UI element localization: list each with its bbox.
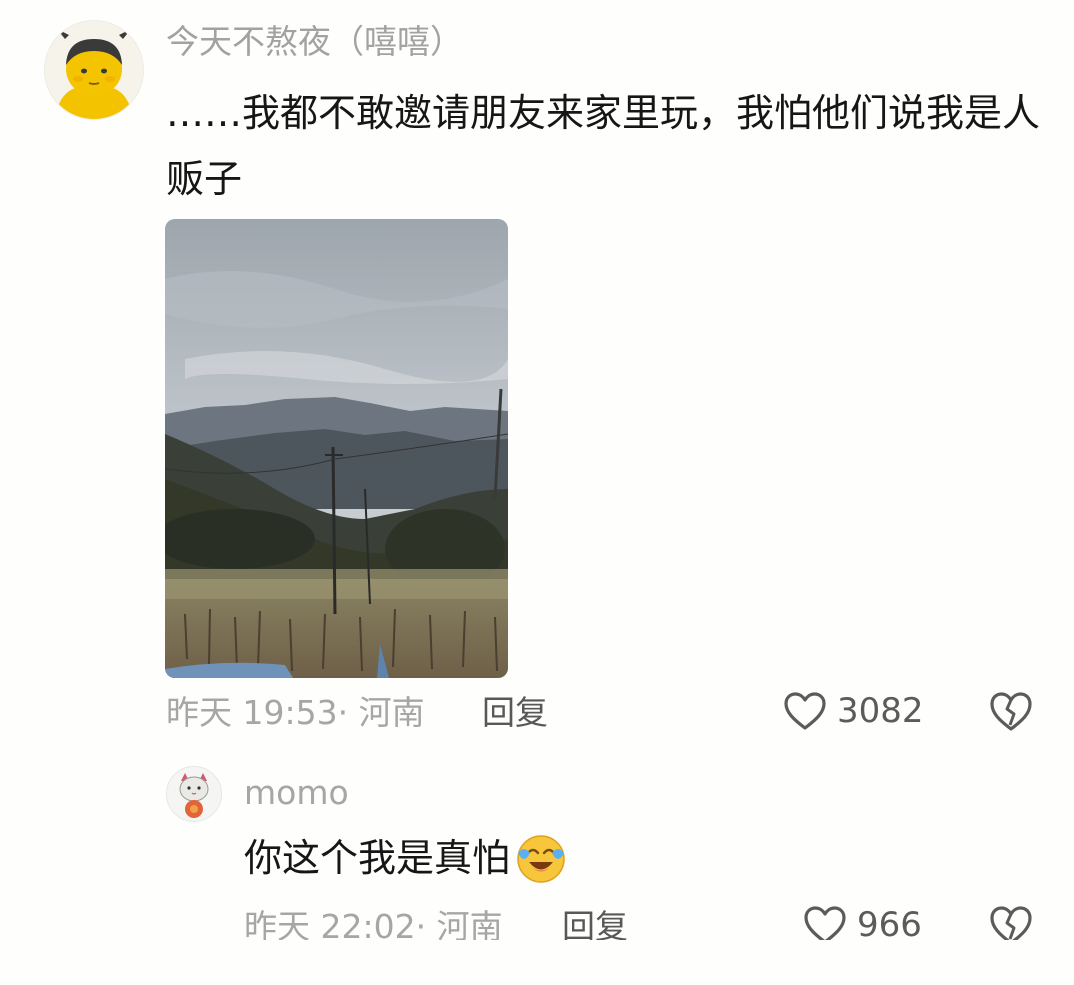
yellow-cartoon-avatar-icon [45, 21, 143, 119]
mountain-village-landscape-photo [165, 219, 508, 678]
crying-laughing-emoji-icon [517, 835, 565, 883]
reply-avatar[interactable] [166, 766, 222, 822]
heart-outline-icon [804, 906, 846, 944]
reply-comment-text-row: 你这个我是真怕 [244, 830, 568, 886]
reply-like-count: 966 [857, 905, 922, 945]
heart-outline-icon [784, 692, 826, 730]
reply-username[interactable]: momo [244, 773, 349, 813]
avatar[interactable] [44, 20, 144, 120]
comment-meta: 昨天 19:53· 河南 [166, 693, 425, 732]
white-cat-avatar-icon [167, 767, 221, 821]
comment-text: ……我都不敢邀请朋友来家里玩，我怕他们说我是人贩子 [166, 91, 1041, 201]
username[interactable]: 今天不熬夜（嘻嘻） [166, 22, 463, 62]
broken-heart-icon [990, 692, 1032, 731]
comment-photo[interactable] [165, 219, 508, 678]
like-count: 3082 [837, 691, 924, 731]
reply-button[interactable]: 回复 [482, 693, 548, 733]
like-button[interactable]: 3082 [783, 691, 924, 731]
dislike-button[interactable] [988, 690, 1034, 732]
viewport-bottom-edge [0, 940, 1074, 985]
reply-like-button[interactable]: 966 [803, 905, 922, 945]
reply-comment-text: 你这个我是真怕 [244, 836, 511, 880]
